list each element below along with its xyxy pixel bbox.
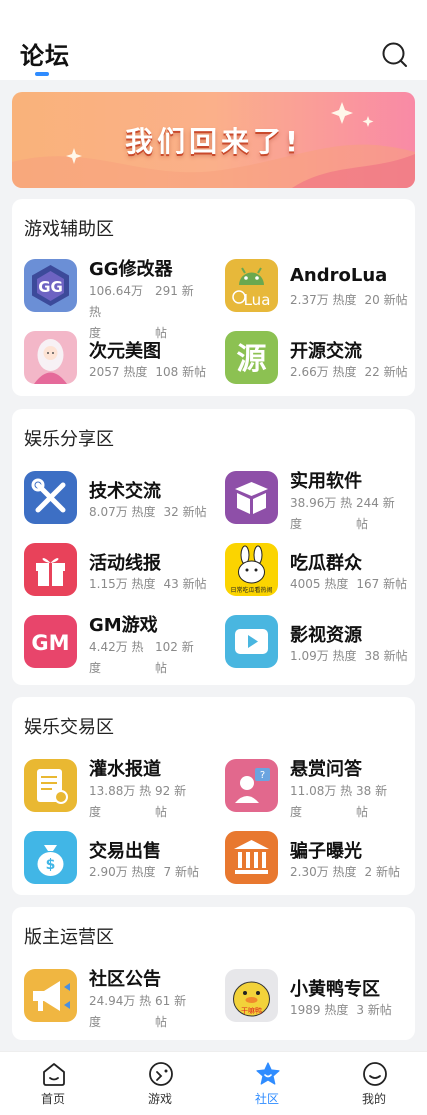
profile-icon <box>363 1062 387 1086</box>
section-title: 版主运营区 <box>24 927 114 948</box>
forum-item-anime[interactable]: 次元美图 2057 热度 108 新帖 <box>24 329 214 387</box>
forum-stats: 2057 热度 108 新帖 <box>89 365 207 379</box>
section-moderator-ops: 版主运营区 社区公告 24.94万 热 61 新 度帖 干嘛鸭 小黄鸭专区 19… <box>12 907 415 1040</box>
forum-name: 次元美图 <box>89 341 161 362</box>
video-play-icon <box>225 615 278 668</box>
forum-stats: 1989 热度 3 新帖 <box>290 1003 392 1017</box>
gg-icon: GG <box>24 259 77 312</box>
svg-text:GM: GM <box>31 631 69 655</box>
forum-name: 交易出售 <box>89 841 161 862</box>
forum-stats: 4.42万 热 102 新 度帖 <box>89 640 194 675</box>
search-button[interactable] <box>381 41 409 69</box>
forum-stats: 2.37万 热度 20 新帖 <box>290 293 408 307</box>
forum-name: 技术交流 <box>89 481 161 502</box>
gm-icon: GM <box>24 615 77 668</box>
forum-stats: 4005 热度 167 新帖 <box>290 577 408 591</box>
forum-item-scam-exposure[interactable]: 骗子曝光 2.30万 热度 2 新帖 <box>225 829 415 887</box>
promo-banner[interactable]: 我们回来了! <box>12 92 415 188</box>
search-icon <box>382 42 407 67</box>
tab-games[interactable]: 游戏 <box>120 1052 200 1115</box>
androlua-icon: Lua <box>225 259 278 312</box>
megaphone-icon <box>24 969 77 1022</box>
forum-stats: 1.09万 热度 38 新帖 <box>290 649 408 663</box>
svg-text:Lua: Lua <box>244 291 271 309</box>
tab-profile[interactable]: 我的 <box>334 1052 414 1115</box>
question-user-icon: ? <box>225 759 278 812</box>
svg-text:日常吃瓜看热闹: 日常吃瓜看热闹 <box>230 586 272 594</box>
forum-stats: 38.96万 热 244 新 度帖 <box>290 496 395 531</box>
forum-stats: 13.88万 热 92 新 度帖 <box>89 784 187 819</box>
title-underline <box>35 72 49 76</box>
forum-item-chat[interactable]: 灌水报道 13.88万 热 92 新 度帖 <box>24 757 214 819</box>
forum-name: GM游戏 <box>89 615 158 636</box>
forum-name: 骗子曝光 <box>290 841 362 862</box>
forum-name: GG修改器 <box>89 259 173 280</box>
forum-name: 吃瓜群众 <box>290 553 362 574</box>
banner-text: 我们回来了! <box>125 125 302 158</box>
forum-item-tech[interactable]: 技术交流 8.07万 热度 32 新帖 <box>24 469 214 527</box>
rabbit-icon: 日常吃瓜看热闹 <box>225 543 278 596</box>
forum-name: 小黄鸭专区 <box>290 979 380 1000</box>
source-icon: 源 <box>225 331 278 384</box>
svg-text:干嘛鸭: 干嘛鸭 <box>241 1006 262 1015</box>
svg-text:GG: GG <box>38 278 63 296</box>
section-title: 游戏辅助区 <box>24 219 114 240</box>
forum-item-yellow-duck[interactable]: 干嘛鸭 小黄鸭专区 1989 热度 3 新帖 <box>225 967 415 1025</box>
tab-community[interactable]: 社区 <box>227 1052 307 1115</box>
tab-home[interactable]: 首页 <box>13 1052 93 1115</box>
forum-name: 实用软件 <box>290 471 362 492</box>
star-icon <box>256 1062 280 1085</box>
forum-item-sale[interactable]: $ 交易出售 2.90万 热度 7 新帖 <box>24 829 214 887</box>
bottom-tab-bar: 首页 游戏 社区 我的 <box>0 1051 427 1115</box>
anime-girl-icon <box>24 331 77 384</box>
box-icon <box>225 471 278 524</box>
forum-item-video[interactable]: 影视资源 1.09万 热度 38 新帖 <box>225 613 415 671</box>
forum-item-announcement[interactable]: 社区公告 24.94万 热 61 新 度帖 <box>24 967 214 1029</box>
forum-item-events[interactable]: 活动线报 1.15万 热度 43 新帖 <box>24 541 214 599</box>
svg-text:?: ? <box>260 770 265 781</box>
forum-item-androlua[interactable]: Lua AndroLua 2.37万 热度 20 新帖 <box>225 257 415 315</box>
forum-stats: 2.66万 热度 22 新帖 <box>290 365 408 379</box>
tools-icon <box>24 471 77 524</box>
tab-label: 社区 <box>254 1092 279 1106</box>
forum-stats: 11.08万 热 38 新 度帖 <box>290 784 388 819</box>
forum-item-qa[interactable]: ? 悬赏问答 11.08万 热 38 新 度帖 <box>225 757 415 819</box>
forum-name: 活动线报 <box>89 553 161 574</box>
forum-item-opensource[interactable]: 源 开源交流 2.66万 热度 22 新帖 <box>225 329 415 387</box>
forum-stats: 1.15万 热度 43 新帖 <box>89 577 207 591</box>
section-title: 娱乐交易区 <box>24 717 114 738</box>
tab-label: 首页 <box>40 1092 65 1106</box>
duck-icon: 干嘛鸭 <box>225 969 278 1022</box>
svg-text:源: 源 <box>237 342 267 377</box>
forum-name: 开源交流 <box>290 341 362 362</box>
section-entertainment-share: 娱乐分享区 技术交流 8.07万 热度 32 新帖 实用软件 38.96万 热 … <box>12 409 415 685</box>
section-game-assist: 游戏辅助区 GG GG修改器 106.64万 热 291 新 度帖 Lua An… <box>12 199 415 396</box>
section-title: 娱乐分享区 <box>24 429 114 450</box>
forum-item-gm-games[interactable]: GM GM游戏 4.42万 热 102 新 度帖 <box>24 613 214 675</box>
forum-name: 社区公告 <box>89 969 161 990</box>
svg-text:$: $ <box>46 857 56 873</box>
page-title: 论坛 <box>20 42 70 70</box>
money-bag-icon: $ <box>24 831 77 884</box>
forum-stats: 2.90万 热度 7 新帖 <box>89 865 199 879</box>
forum-name: 影视资源 <box>290 625 362 646</box>
bank-icon <box>225 831 278 884</box>
forum-item-software[interactable]: 实用软件 38.96万 热 244 新 度帖 <box>225 469 415 531</box>
forum-item-gg[interactable]: GG GG修改器 106.64万 热 291 新 度帖 <box>24 257 214 340</box>
top-bar: 论坛 <box>0 0 427 80</box>
tab-label: 游戏 <box>147 1092 172 1106</box>
forum-name: 悬赏问答 <box>290 759 362 780</box>
tab-label: 我的 <box>361 1092 386 1106</box>
section-entertainment-trade: 娱乐交易区 灌水报道 13.88万 热 92 新 度帖 ? 悬赏问答 11.08… <box>12 697 415 895</box>
forum-stats: 2.30万 热度 2 新帖 <box>290 865 400 879</box>
forum-name: AndroLua <box>290 265 388 286</box>
document-clock-icon <box>24 759 77 812</box>
forum-name: 灌水报道 <box>89 759 161 780</box>
forum-stats: 24.94万 热 61 新 度帖 <box>89 994 187 1029</box>
forum-stats: 8.07万 热度 32 新帖 <box>89 505 207 519</box>
home-icon <box>43 1063 65 1086</box>
gift-icon <box>24 543 77 596</box>
game-icon <box>149 1062 173 1086</box>
forum-item-gossip[interactable]: 日常吃瓜看热闹 吃瓜群众 4005 热度 167 新帖 <box>225 541 415 599</box>
